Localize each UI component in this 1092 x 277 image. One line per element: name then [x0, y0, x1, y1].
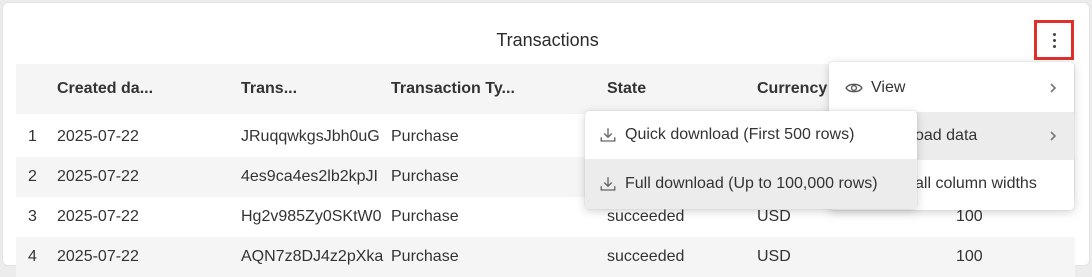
column-header-transaction-type[interactable]: Transaction Ty...	[391, 80, 515, 98]
more-options-button[interactable]	[1034, 20, 1074, 60]
download-icon	[600, 177, 616, 191]
cell-transaction-id: 4es9ca4es2lb2kpJI	[241, 168, 378, 185]
cell-transaction-id: AQN7z8DJ4z2pXka	[241, 248, 384, 265]
cell-transaction-type: Purchase	[391, 248, 459, 265]
eye-icon	[845, 83, 863, 93]
cell-created-date: 2025-07-22	[57, 208, 139, 225]
download-submenu: Quick download (First 500 rows) Full dow…	[585, 111, 917, 209]
cell-amount: 100	[956, 248, 983, 265]
row-number: 3	[28, 208, 37, 225]
cell-transaction-id: JRuqqwkgsJbh0uG	[241, 128, 380, 145]
cell-state: succeeded	[607, 208, 685, 225]
menu-item-full-download[interactable]: Full download (Up to 100,000 rows)	[585, 159, 917, 209]
cell-created-date: 2025-07-22	[57, 168, 139, 185]
column-header-currency[interactable]: Currency	[757, 80, 827, 98]
cell-created-date: 2025-07-22	[57, 248, 139, 265]
row-number: 2	[28, 168, 37, 185]
kebab-icon	[1052, 32, 1056, 48]
row-number: 4	[28, 248, 37, 265]
column-header-created-date[interactable]: Created da...	[57, 80, 153, 98]
table-row[interactable]: 4 2025-07-22 AQN7z8DJ4z2pXka Purchase su…	[16, 237, 1075, 277]
menu-item-view[interactable]: View	[829, 64, 1074, 112]
cell-amount: 100	[956, 208, 983, 225]
cell-transaction-type: Purchase	[391, 208, 459, 225]
cell-created-date: 2025-07-22	[57, 128, 139, 145]
quick-download-label: Quick download (First 500 rows)	[625, 126, 855, 143]
cell-transaction-type: Purchase	[391, 168, 459, 185]
download-icon	[600, 128, 616, 142]
chevron-right-icon	[1050, 83, 1057, 93]
menu-item-view-label: View	[871, 79, 906, 96]
column-header-state[interactable]: State	[607, 80, 646, 98]
column-header-transaction-id[interactable]: Trans...	[241, 80, 297, 98]
chevron-right-icon	[1050, 131, 1057, 141]
full-download-label: Full download (Up to 100,000 rows)	[625, 175, 878, 192]
table-title: Transactions	[496, 30, 599, 50]
menu-item-widths-label: all column widths	[915, 175, 1037, 192]
menu-item-download-label: oad data	[915, 127, 978, 144]
cell-transaction-id: Hg2v985Zy0SKtW0	[241, 208, 382, 225]
row-number: 1	[28, 128, 37, 145]
cell-state: succeeded	[607, 248, 685, 265]
menu-item-quick-download[interactable]: Quick download (First 500 rows)	[585, 111, 917, 159]
cell-currency: USD	[757, 208, 791, 225]
cell-currency: USD	[757, 248, 791, 265]
cell-transaction-type: Purchase	[391, 128, 459, 145]
